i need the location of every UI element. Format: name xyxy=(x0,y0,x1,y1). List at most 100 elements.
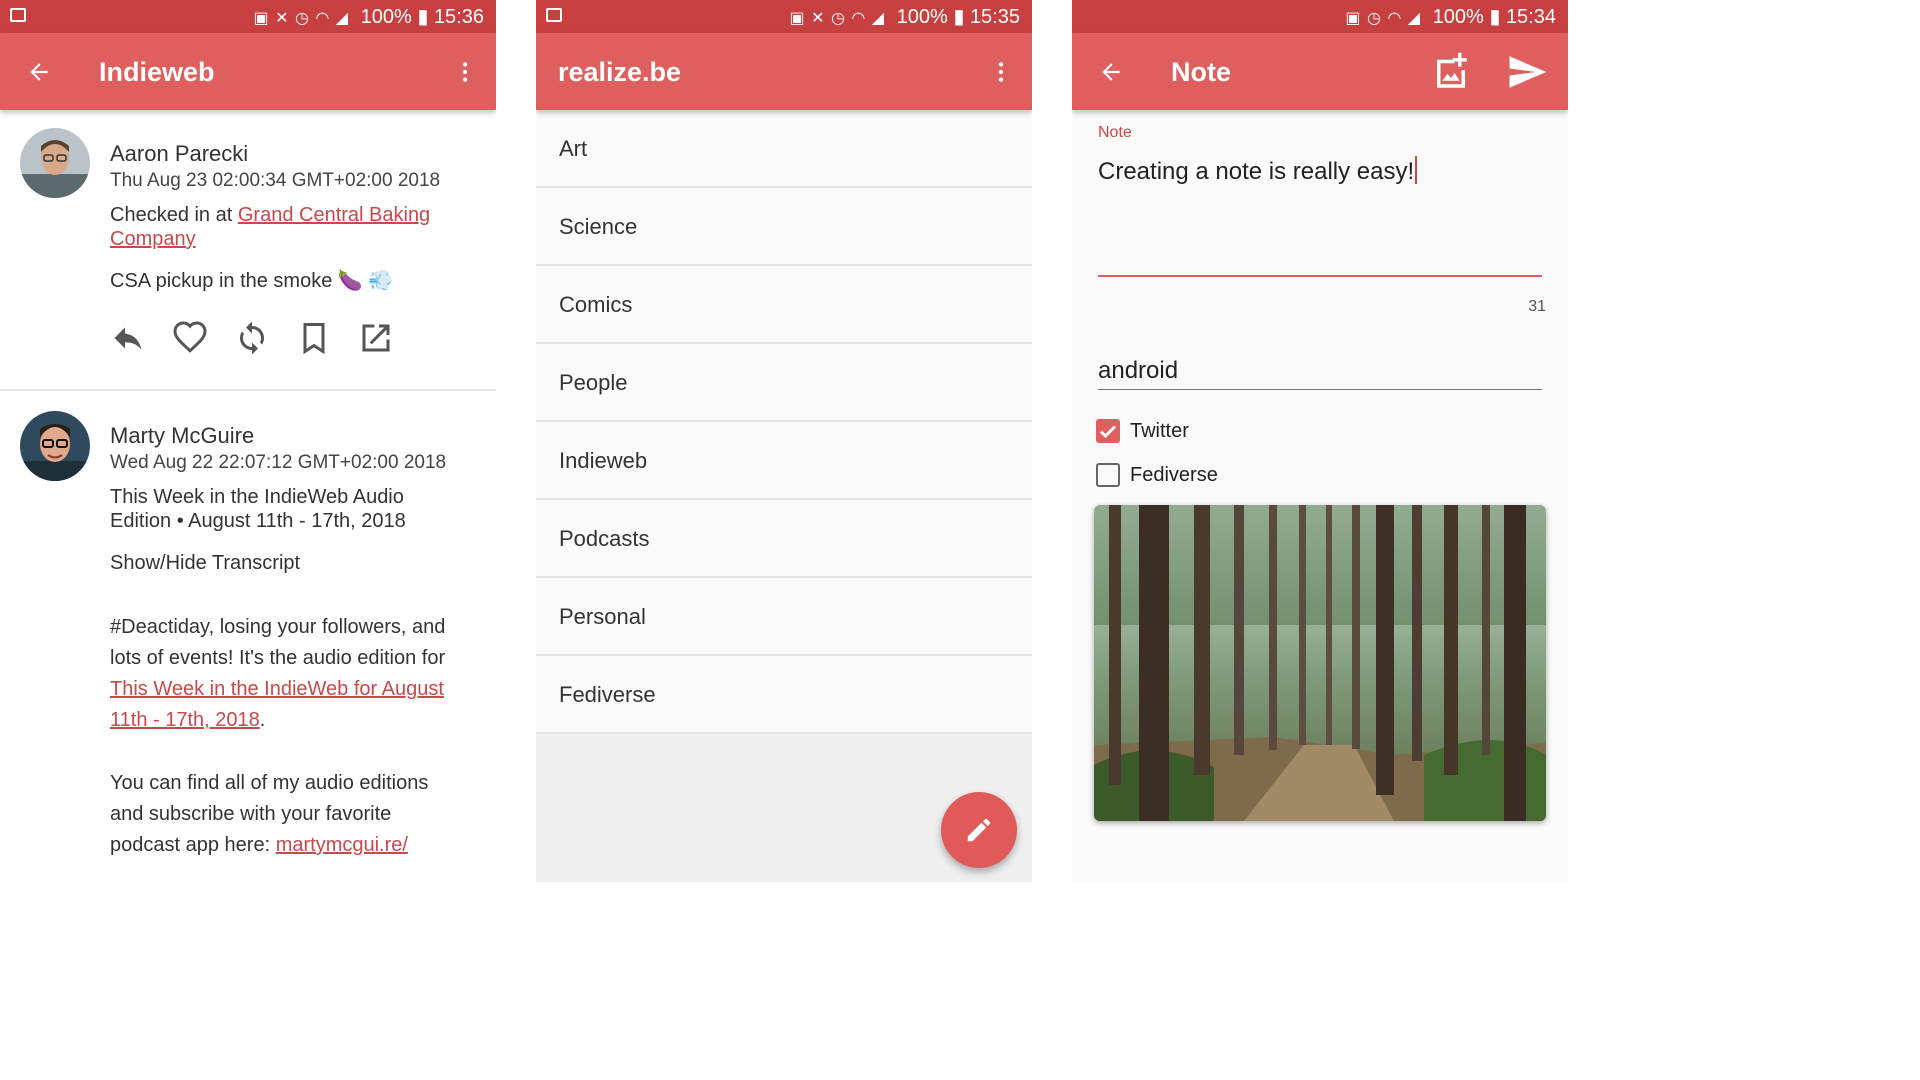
avatar[interactable] xyxy=(20,411,90,481)
open-external-button[interactable] xyxy=(358,320,394,356)
checkbox-checked xyxy=(1096,419,1120,443)
paragraph-line: #Deactiday, losing your followers, and xyxy=(110,616,446,638)
send-icon xyxy=(1509,56,1547,88)
arrow-left-icon xyxy=(1102,63,1120,81)
clock: 15:36 xyxy=(433,6,484,28)
checkin-link[interactable]: Grand Central Baking xyxy=(238,204,430,226)
channel-label: Indieweb xyxy=(559,448,648,473)
channel-item-indieweb[interactable]: Indieweb xyxy=(536,422,1032,500)
avatar-aaron xyxy=(20,128,90,198)
post-date: Wed Aug 22 22:07:12 GMT+02:00 2018 xyxy=(110,452,447,473)
content-text: CSA pickup in the smoke xyxy=(110,270,333,292)
channel-item-science[interactable]: Science xyxy=(536,188,1032,266)
page-title: Note xyxy=(1171,57,1231,87)
post-content: CSA pickup in the smoke 🍆 💨 xyxy=(110,269,480,293)
checkin-link-cont[interactable]: Company xyxy=(110,228,196,250)
channel-label: Podcasts xyxy=(559,526,650,551)
paragraph-line: You can find all of my audio editions xyxy=(110,772,429,794)
avatar-marty xyxy=(20,411,90,481)
post-date: Thu Aug 23 02:00:34 GMT+02:00 2018 xyxy=(110,170,441,191)
note-input-underline xyxy=(1098,275,1542,277)
channel-item-fediverse[interactable]: Fediverse xyxy=(536,656,1032,734)
title-line: Edition • August 11th - 17th, 2018 xyxy=(110,510,406,532)
channel-list: Art Science Comics People Indieweb Podca… xyxy=(536,110,1032,734)
reply-button[interactable] xyxy=(110,320,146,356)
transcript-toggle[interactable]: Show/Hide Transcript xyxy=(110,551,480,575)
status-icons: ▣ ✕ ◷ ◠ ◢ xyxy=(789,10,886,27)
channel-label: Fediverse xyxy=(559,682,656,707)
status-icons: ▣ ◷ ◠ ◢ xyxy=(1345,10,1422,27)
channel-item-personal[interactable]: Personal xyxy=(536,578,1032,656)
send-button[interactable] xyxy=(1504,49,1550,95)
battery-percent: 100% xyxy=(1432,6,1484,28)
website-link[interactable]: martymcgui.re/ xyxy=(276,834,408,856)
post-paragraph-2: You can find all of my audio editions an… xyxy=(110,768,480,861)
note-value: Creating a note is really easy! xyxy=(1098,158,1415,185)
like-button[interactable] xyxy=(172,320,208,356)
post-title: This Week in the IndieWeb Audio Edition … xyxy=(110,485,480,533)
tags-input[interactable]: android xyxy=(1098,357,1178,385)
compose-fab[interactable] xyxy=(941,792,1017,868)
status-bar: ▣ ◷ ◠ ◢ 100% ▮ 15:34 xyxy=(1072,0,1568,33)
page-title: realize.be xyxy=(558,57,682,87)
app-bar: Note xyxy=(1072,33,1568,110)
status-bar: ▣ ✕ ◷ ◠ ◢ 100% ▮ 15:35 xyxy=(536,0,1032,33)
add-image-icon xyxy=(1437,52,1467,88)
note-input[interactable]: Creating a note is really easy! xyxy=(1098,156,1418,186)
app-bar: realize.be xyxy=(536,33,1032,110)
paragraph-end: . xyxy=(259,709,266,731)
battery-icon: ▮ xyxy=(953,6,965,28)
overflow-menu-button[interactable] xyxy=(978,49,1024,95)
clock: 15:35 xyxy=(969,6,1020,28)
post-paragraph-1: #Deactiday, losing your followers, and l… xyxy=(110,612,480,736)
check-icon xyxy=(1099,425,1117,439)
timeline-screen: ▣ ✕ ◷ ◠ ◢ 100% ▮ 15:36 Indieweb Aaron Pa… xyxy=(0,0,496,882)
battery-percent: 100% xyxy=(896,6,948,28)
status-right: ▣ ✕ ◷ ◠ ◢ 100% ▮ 15:36 xyxy=(254,5,484,31)
checkin-prefix: Checked in at xyxy=(110,204,238,226)
gallery-notification-icon xyxy=(546,8,562,22)
author-name[interactable]: Aaron Parecki xyxy=(110,141,248,167)
status-icons: ▣ ✕ ◷ ◠ ◢ xyxy=(253,10,350,27)
overflow-menu-button[interactable] xyxy=(442,49,488,95)
reply-icon xyxy=(114,327,142,350)
more-vertical-icon xyxy=(998,62,1004,82)
note-field-label: Note xyxy=(1098,124,1132,141)
post-divider xyxy=(0,389,496,391)
channel-item-podcasts[interactable]: Podcasts xyxy=(536,500,1032,578)
checkbox-unchecked xyxy=(1096,463,1120,487)
author-name[interactable]: Marty McGuire xyxy=(110,423,254,449)
checkin-text: Checked in at Grand Central Baking Compa… xyxy=(110,203,480,251)
clock: 15:34 xyxy=(1505,6,1556,28)
more-vertical-icon xyxy=(462,62,468,82)
like-icon xyxy=(173,321,207,353)
article-link[interactable]: This Week in the IndieWeb for August xyxy=(110,678,444,700)
channels-screen: ▣ ✕ ◷ ◠ ◢ 100% ▮ 15:35 realize.be Art Sc… xyxy=(536,0,1032,882)
battery-icon: ▮ xyxy=(1489,6,1501,28)
back-button[interactable] xyxy=(16,49,62,95)
gallery-notification-icon xyxy=(10,8,26,22)
repost-icon xyxy=(240,321,264,355)
back-button[interactable] xyxy=(1088,49,1134,95)
channel-label: Personal xyxy=(559,604,646,629)
note-editor-screen: ▣ ◷ ◠ ◢ 100% ▮ 15:34 Note Note Creating … xyxy=(1072,0,1568,882)
add-image-button[interactable] xyxy=(1428,49,1474,95)
channel-item-art[interactable]: Art xyxy=(536,110,1032,188)
channel-item-people[interactable]: People xyxy=(536,344,1032,422)
channel-label: Science xyxy=(559,214,638,239)
checkbox-label: Fediverse xyxy=(1130,464,1218,486)
forest-photo xyxy=(1094,505,1546,821)
tags-input-underline xyxy=(1098,389,1542,390)
attached-photo[interactable] xyxy=(1094,505,1546,821)
avatar[interactable] xyxy=(20,128,90,198)
open-external-icon xyxy=(362,324,390,352)
repost-button[interactable] xyxy=(234,320,270,356)
channel-item-comics[interactable]: Comics xyxy=(536,266,1032,344)
bookmark-button[interactable] xyxy=(296,320,332,356)
page-title: Indieweb xyxy=(99,57,215,87)
paragraph-line: podcast app here: xyxy=(110,834,276,856)
arrow-left-icon xyxy=(30,63,48,81)
paragraph-line: and subscribe with your favorite xyxy=(110,803,392,825)
channel-label: Art xyxy=(559,136,588,161)
article-link-cont[interactable]: 11th - 17th, 2018 xyxy=(110,709,260,731)
